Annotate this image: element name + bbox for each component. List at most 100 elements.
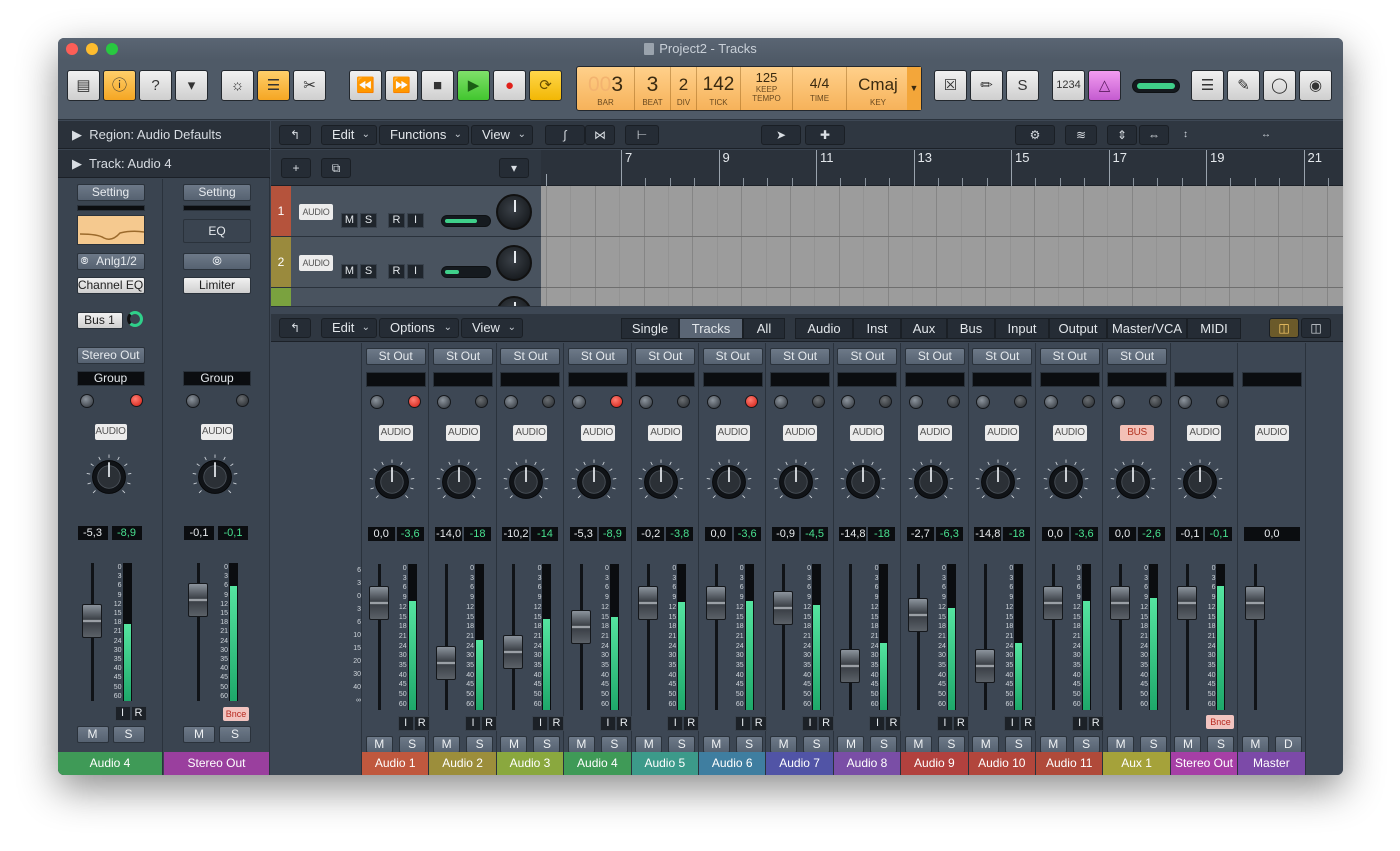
record-enable-led[interactable] <box>1149 395 1163 408</box>
mixer-filter-master-vca[interactable]: Master/VCA <box>1107 318 1187 339</box>
narrow-strip-button[interactable]: ◫ <box>1301 318 1331 338</box>
duplicate-track-button[interactable]: ⧉ <box>321 158 351 178</box>
automation-mode-knob[interactable] <box>908 395 923 409</box>
mute-button[interactable]: M <box>500 736 528 753</box>
input-monitor-button[interactable]: I <box>465 716 482 731</box>
volume-fader[interactable] <box>1244 586 1265 621</box>
group-slot[interactable] <box>770 372 831 387</box>
group-slot[interactable] <box>433 372 494 387</box>
waveform-zoom-button[interactable]: ≋ <box>1065 125 1097 145</box>
stereo-link-button[interactable]: ⦾ <box>183 253 251 270</box>
channel-name[interactable]: Audio 3 <box>496 752 564 775</box>
track-inspector-header[interactable]: ▶ Track: Audio 4 <box>58 150 270 178</box>
add-track-button[interactable]: + <box>281 158 311 178</box>
automation-mode-knob[interactable] <box>639 395 654 409</box>
editors-button[interactable]: ✂ <box>293 70 326 101</box>
output-slot[interactable]: St Out <box>702 348 763 365</box>
record-enable-led[interactable] <box>609 395 623 408</box>
mute-button[interactable]: M <box>837 736 865 753</box>
record-button[interactable]: R <box>750 716 767 731</box>
volume-value[interactable]: -0,1 <box>1176 527 1204 541</box>
pan-knob[interactable] <box>366 456 418 508</box>
pan-knob[interactable] <box>500 456 552 508</box>
solo-button[interactable]: S <box>803 736 831 753</box>
track-mute-button[interactable]: M <box>341 213 358 228</box>
mixer-view-menu[interactable]: View ⌄ <box>461 318 523 338</box>
solo-button[interactable]: S <box>1005 736 1033 753</box>
loop-browser-button[interactable]: ◯ <box>1263 70 1296 101</box>
record-enable-led[interactable] <box>744 395 758 408</box>
lcd-display-menu[interactable]: ▼ <box>907 67 921 110</box>
lcd-time[interactable]: 4/4 TIME <box>793 67 847 110</box>
channel-name[interactable]: Stereo Out <box>1170 752 1238 775</box>
master-volume-slider[interactable] <box>1132 79 1180 93</box>
solo-button[interactable]: S <box>600 736 628 753</box>
tracks-back-button[interactable]: ↰ <box>279 125 311 145</box>
pan-knob[interactable] <box>635 456 687 508</box>
record-enable-led[interactable] <box>677 395 691 408</box>
output-slot[interactable]: St Out <box>365 348 426 365</box>
track-mute-button[interactable]: M <box>341 264 358 279</box>
output-slot[interactable]: St Out <box>433 348 494 365</box>
record-enable-led[interactable] <box>542 395 556 408</box>
mixer-view-all[interactable]: All <box>743 318 785 339</box>
record-enable-led[interactable] <box>946 395 960 408</box>
peak-value[interactable]: -8,9 <box>598 527 626 541</box>
channel-name[interactable]: Master <box>1238 752 1305 775</box>
automation-mode-knob[interactable] <box>571 395 586 409</box>
group-slot[interactable] <box>1241 372 1302 387</box>
tracks-edit-menu[interactable]: Edit ⌄ <box>321 125 377 145</box>
bounce-button[interactable]: Bnce <box>1206 715 1235 729</box>
group-slot[interactable] <box>365 372 426 387</box>
record-enable-led[interactable] <box>812 395 826 408</box>
volume-fader[interactable] <box>81 603 102 638</box>
track-pan-knob[interactable] <box>496 194 532 230</box>
record-enable-led[interactable] <box>879 395 893 408</box>
automation-mode-knob[interactable] <box>79 394 94 408</box>
channel-name[interactable]: Audio 5 <box>631 752 698 775</box>
solo-button[interactable]: S <box>668 736 696 753</box>
channel-name[interactable]: Audio 4 <box>564 752 631 775</box>
volume-fader[interactable] <box>975 649 996 684</box>
mute-button[interactable]: M <box>1107 736 1135 753</box>
volume-value[interactable]: -14,8 <box>839 527 867 541</box>
solo-button[interactable]: S <box>398 736 426 753</box>
functions-menu[interactable]: Functions ⌄ <box>379 125 469 145</box>
record-button[interactable]: R <box>413 716 430 731</box>
secondary-tool-menu[interactable]: ✚ <box>805 125 845 145</box>
catch-button[interactable]: ⊢ <box>625 125 659 145</box>
peak-value[interactable]: -14 <box>531 527 559 541</box>
mute-button[interactable]: M <box>76 726 109 743</box>
group-slot[interactable] <box>904 372 965 387</box>
mute-button[interactable]: M <box>433 736 461 753</box>
volume-value[interactable]: 0,0 <box>1041 527 1069 541</box>
fast-forward-button[interactable]: ⏩ <box>385 70 418 101</box>
input-monitor-button[interactable]: I <box>114 706 131 721</box>
pan-knob[interactable] <box>568 456 620 508</box>
output-slot[interactable]: St Out <box>770 348 831 365</box>
send-slot[interactable]: Bus 1 <box>76 312 123 329</box>
solo-button[interactable]: S <box>533 736 561 753</box>
mute-button[interactable]: M <box>702 736 730 753</box>
channel-name[interactable]: Stereo Out <box>164 752 269 775</box>
pan-knob[interactable] <box>905 456 957 508</box>
channel-name[interactable]: Audio 7 <box>766 752 833 775</box>
pan-knob[interactable] <box>1040 456 1092 508</box>
volume-fader[interactable] <box>570 609 591 644</box>
output-slot[interactable]: St Out <box>904 348 965 365</box>
record-enable-led[interactable] <box>129 394 143 407</box>
cycle-button[interactable]: ⟳ <box>529 70 562 101</box>
group-slot[interactable] <box>1039 372 1100 387</box>
solo-button[interactable]: S <box>870 736 898 753</box>
volume-value[interactable]: -10,2 <box>502 527 530 541</box>
mute-button[interactable]: M <box>1241 736 1269 753</box>
volume-value[interactable]: -2,7 <box>906 527 934 541</box>
input-monitor-button[interactable]: I <box>667 716 684 731</box>
channel-name[interactable]: Audio 10 <box>968 752 1035 775</box>
snap-settings-menu[interactable]: ⚙ <box>1015 125 1055 145</box>
setting-button[interactable]: Setting <box>183 184 251 201</box>
output-slot[interactable]: St Out <box>837 348 898 365</box>
automation-mode-knob[interactable] <box>774 395 789 409</box>
output-slot[interactable]: Stereo Out <box>76 347 145 364</box>
volume-fader[interactable] <box>503 634 524 669</box>
